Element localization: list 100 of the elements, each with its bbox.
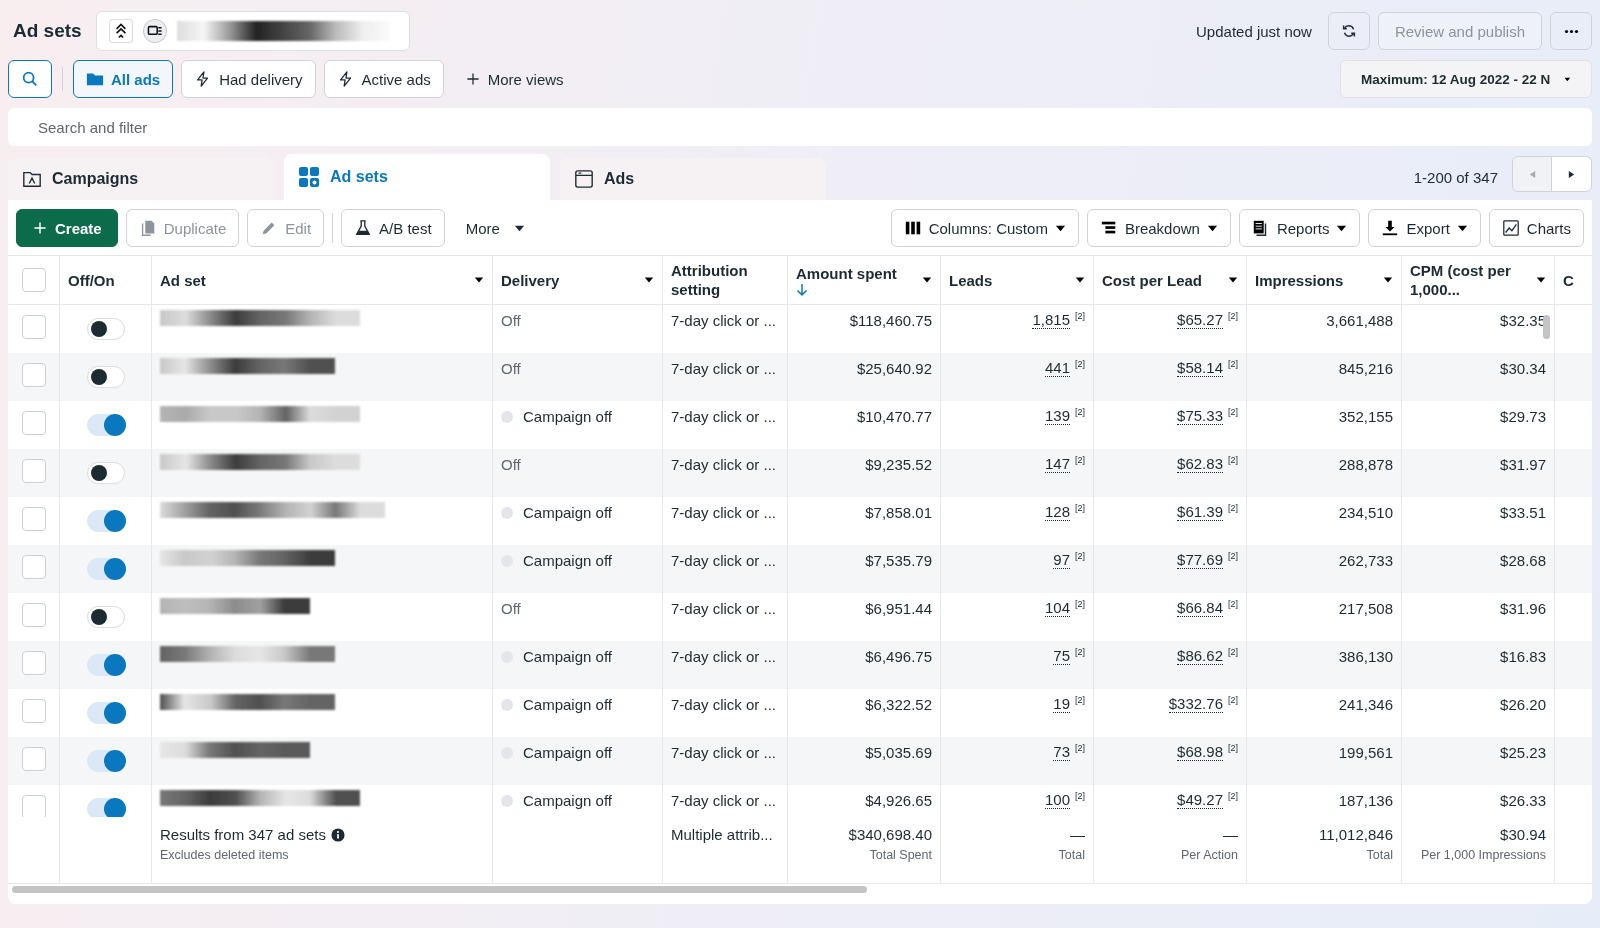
- folder-icon: [22, 169, 42, 189]
- table-cell-link[interactable]: $58.14: [1177, 360, 1223, 377]
- view-filter-tab[interactable]: All ads: [73, 60, 174, 98]
- toolbar-button[interactable]: More: [452, 209, 538, 247]
- table-cell-link[interactable]: $75.33: [1177, 408, 1223, 425]
- table-cell-link[interactable]: 441: [1044, 360, 1070, 377]
- table-cell: 199,561: [1338, 744, 1393, 761]
- row-checkbox[interactable]: [21, 699, 46, 723]
- column-header[interactable]: Delivery: [501, 270, 560, 290]
- view-filter-tab[interactable]: Had delivery: [181, 60, 316, 98]
- table-cell-link[interactable]: 97: [1053, 552, 1070, 569]
- table-cell-link[interactable]: 139: [1044, 408, 1070, 425]
- refresh-button[interactable]: [1327, 12, 1370, 50]
- row-checkbox[interactable]: [21, 795, 46, 817]
- toggle-switch[interactable]: [86, 462, 125, 484]
- row-checkbox[interactable]: [21, 651, 46, 675]
- toggle-switch[interactable]: [86, 750, 125, 772]
- column-menu-icon[interactable]: [1383, 275, 1393, 285]
- select-all-checkbox[interactable]: [21, 268, 46, 292]
- toggle-switch[interactable]: [86, 798, 125, 817]
- column-header[interactable]: Attribution setting: [671, 261, 779, 299]
- account-selector[interactable]: [95, 11, 410, 51]
- table-cell-link[interactable]: 100: [1044, 792, 1070, 809]
- toolbar-button[interactable]: Create: [16, 209, 118, 247]
- toggle-switch[interactable]: [86, 414, 125, 436]
- toggle-switch[interactable]: [86, 558, 125, 580]
- row-checkbox[interactable]: [21, 315, 46, 339]
- info-icon[interactable]: [330, 827, 345, 842]
- table-cell-link[interactable]: 19: [1053, 696, 1070, 713]
- column-menu-icon[interactable]: [922, 275, 932, 285]
- total-value: Multiple attrib...: [671, 826, 773, 843]
- table-cell-link[interactable]: $62.83: [1177, 456, 1223, 473]
- column-header[interactable]: C: [1563, 270, 1574, 290]
- search-button[interactable]: [8, 60, 52, 98]
- horizontal-scrollbar[interactable]: [12, 886, 867, 893]
- table-cell: $16.83: [1500, 648, 1546, 665]
- column-menu-icon[interactable]: [1228, 275, 1238, 285]
- footnote-mark: [2]: [1075, 743, 1085, 753]
- table-cell-link[interactable]: $68.98: [1177, 744, 1223, 761]
- toggle-switch[interactable]: [86, 510, 125, 532]
- column-header[interactable]: Impressions: [1255, 270, 1344, 290]
- toggle-switch[interactable]: [86, 654, 125, 676]
- column-header[interactable]: CPM (cost per 1,000...: [1410, 261, 1536, 299]
- row-checkbox[interactable]: [21, 603, 46, 627]
- toggle-switch[interactable]: [86, 318, 125, 340]
- plus-icon: [32, 220, 48, 236]
- table-cell: $30.34: [1500, 360, 1546, 377]
- table-cell-link[interactable]: $77.69: [1177, 552, 1223, 569]
- table-cell-link[interactable]: $66.84: [1177, 600, 1223, 617]
- footnote-mark: [2]: [1075, 311, 1085, 321]
- table-cell-link[interactable]: $332.76: [1168, 696, 1223, 713]
- table-cell-link[interactable]: $61.39: [1177, 504, 1223, 521]
- vertical-scrollbar[interactable]: [1543, 315, 1550, 339]
- more-views-button[interactable]: More views: [451, 60, 577, 98]
- delivery-status: Off: [501, 312, 521, 329]
- table-cell: 7-day click or ...: [671, 552, 777, 569]
- row-checkbox[interactable]: [21, 507, 46, 531]
- toolbar-button[interactable]: Reports: [1238, 209, 1361, 247]
- toolbar-button[interactable]: Export: [1368, 209, 1481, 247]
- toolbar-button[interactable]: A/B test: [341, 209, 445, 247]
- grid-icon: [298, 166, 320, 188]
- toolbar-button[interactable]: Columns: Custom: [890, 209, 1079, 247]
- row-checkbox[interactable]: [21, 411, 46, 435]
- table-cell-link[interactable]: 128: [1044, 504, 1070, 521]
- toggle-switch[interactable]: [86, 366, 125, 388]
- column-header[interactable]: Leads: [949, 270, 993, 290]
- table-cell-link[interactable]: $86.62: [1177, 648, 1223, 665]
- table-cell: 386,130: [1338, 648, 1393, 665]
- row-checkbox[interactable]: [21, 555, 46, 579]
- table-cell-link[interactable]: 1,815: [1032, 312, 1070, 329]
- column-menu-icon[interactable]: [1536, 275, 1546, 285]
- footnote-mark: [2]: [1228, 599, 1238, 609]
- level-tab[interactable]: Ad sets: [284, 154, 550, 200]
- row-checkbox[interactable]: [21, 363, 46, 387]
- level-tab[interactable]: Ads: [560, 158, 826, 200]
- row-checkbox[interactable]: [21, 747, 46, 771]
- table-cell: 7-day click or ...: [671, 408, 777, 425]
- table-cell-link[interactable]: $65.27: [1177, 312, 1223, 329]
- table-cell-link[interactable]: 75: [1053, 648, 1070, 665]
- view-filter-tab[interactable]: Active ads: [323, 60, 444, 98]
- date-range-dropdown[interactable]: Maximum: 12 Aug 2022 - 22 N: [1340, 60, 1592, 98]
- column-menu-icon[interactable]: [474, 275, 484, 285]
- column-menu-icon[interactable]: [1075, 275, 1085, 285]
- toggle-switch[interactable]: [86, 702, 125, 724]
- column-header[interactable]: Amount spent: [796, 263, 897, 297]
- column-header[interactable]: Cost per Lead: [1102, 270, 1203, 290]
- toggle-switch[interactable]: [86, 606, 125, 628]
- footnote-mark: [2]: [1075, 647, 1085, 657]
- toolbar-button[interactable]: Charts: [1488, 209, 1584, 247]
- toolbar-button[interactable]: Breakdown: [1086, 209, 1231, 247]
- level-tab[interactable]: Campaigns: [8, 158, 274, 200]
- table-cell-link[interactable]: $49.27: [1177, 792, 1223, 809]
- row-checkbox[interactable]: [21, 459, 46, 483]
- column-header[interactable]: Ad set: [160, 270, 206, 290]
- search-field[interactable]: Search and filter: [8, 108, 1592, 146]
- table-cell-link[interactable]: 104: [1044, 600, 1070, 617]
- column-header[interactable]: Off/On: [68, 270, 115, 290]
- table-cell-link[interactable]: 147: [1044, 456, 1070, 473]
- column-menu-icon[interactable]: [644, 275, 654, 285]
- table-cell-link[interactable]: 73: [1053, 744, 1070, 761]
